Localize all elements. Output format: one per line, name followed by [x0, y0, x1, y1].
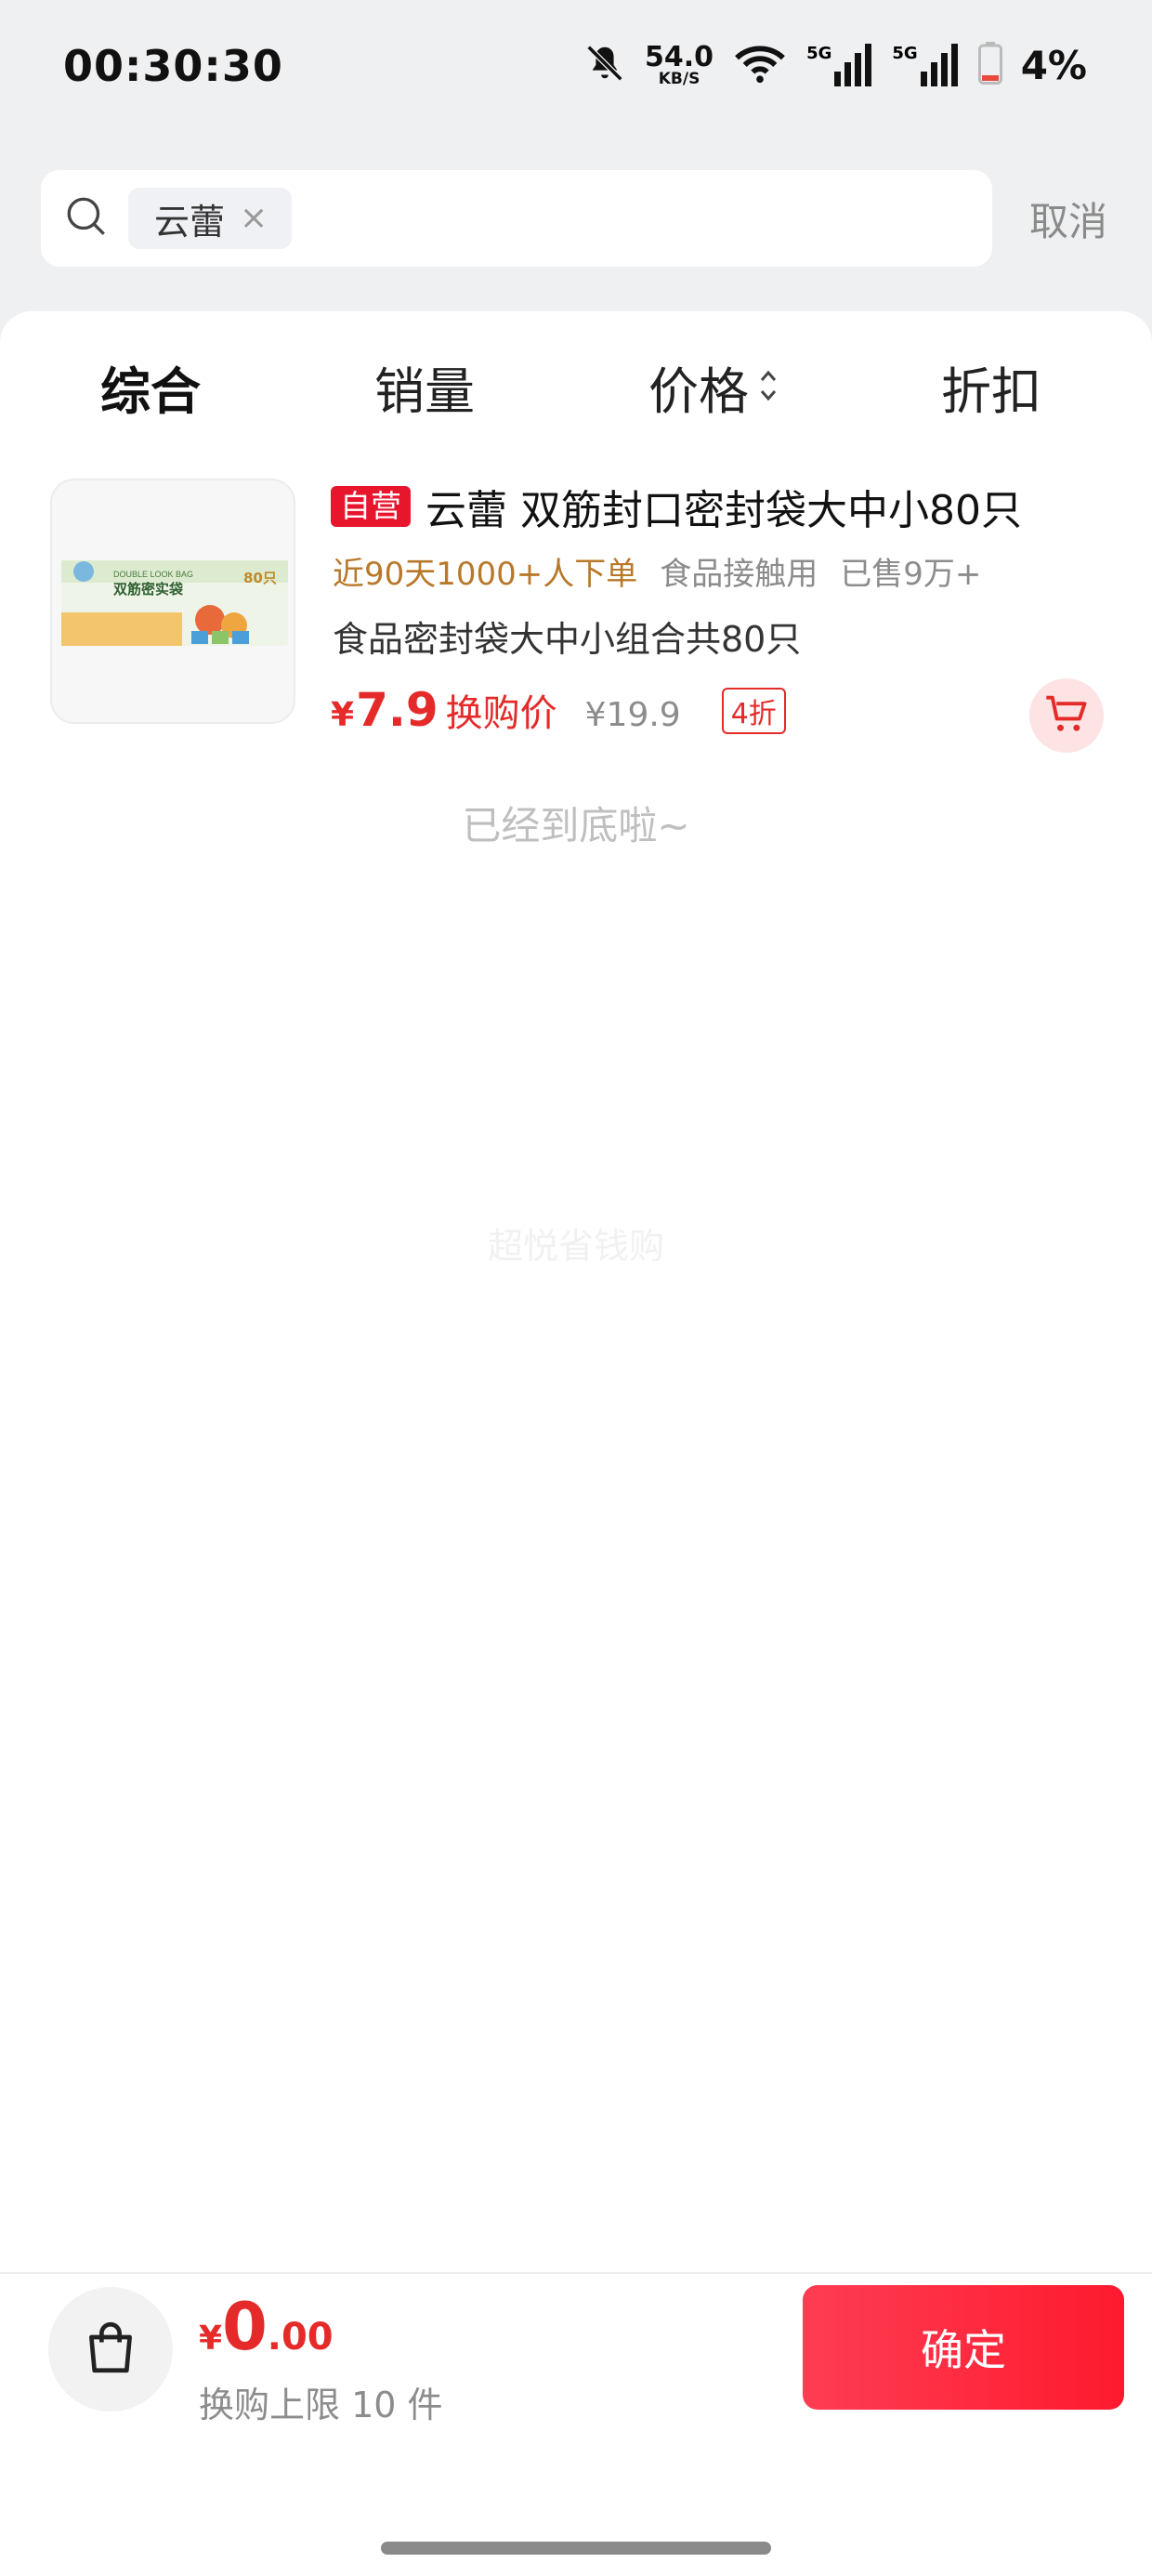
exchange-limit-text: 换购上限 10 件	[199, 2385, 443, 2425]
wifi-icon	[732, 42, 788, 88]
cart-icon	[1042, 690, 1091, 742]
status-icons: 54.0 KB/S 5G 5G 4%	[583, 37, 1087, 93]
sort-tabs: 综合 销量 价格 折扣	[0, 311, 1152, 460]
thumb-en-text: DOUBLE LOOK BAG	[113, 570, 193, 579]
orders-hint: 近90天1000+人下单	[333, 555, 638, 593]
product-description: 食品密封袋大中小组合共80只	[333, 619, 802, 660]
confirm-button[interactable]: 确定	[803, 2285, 1124, 2410]
original-price: ¥19.9	[584, 696, 681, 734]
price-row: ¥ 7.9 换购价 ¥19.9 4折	[331, 683, 786, 739]
status-time: 00:30:30	[63, 41, 283, 91]
food-contact-tag: 食品接触用	[660, 555, 818, 593]
battery-percent: 4%	[1020, 42, 1087, 88]
search-keyword: 云蕾	[154, 201, 226, 243]
watermark-text: 超悦省钱购	[487, 1226, 664, 1267]
price-currency: ¥	[331, 696, 355, 734]
tab-discount[interactable]: 折扣	[941, 350, 1041, 424]
add-to-cart-button[interactable]	[1029, 678, 1104, 753]
end-of-list-hint: 已经到底啦~	[462, 803, 690, 848]
battery-icon	[977, 42, 1002, 88]
tab-discount-label: 折扣	[941, 362, 1041, 421]
shopping-bag-button[interactable]	[48, 2287, 173, 2412]
search-icon	[63, 193, 110, 243]
close-icon[interactable]: ×	[240, 202, 268, 235]
tab-sales-label: 销量	[374, 362, 475, 421]
signal-5g-icon: 5G	[806, 44, 873, 86]
net-speed-unit: KB/S	[658, 69, 700, 88]
product-meta-row: 近90天1000+人下单 食品接触用 已售9万+	[333, 549, 982, 593]
product-image[interactable]: DOUBLE LOOK BAG 双筋密实袋 80只	[50, 479, 295, 724]
thumb-cn-text: 双筋密实袋	[113, 581, 184, 598]
sort-updown-icon	[758, 358, 779, 416]
total-integer: 0	[222, 2289, 268, 2365]
cancel-button[interactable]: 取消	[1029, 191, 1107, 247]
shopping-bag-icon	[80, 2317, 141, 2382]
thumb-count-text: 80只	[243, 570, 277, 586]
tab-price[interactable]: 价格	[648, 350, 779, 424]
sold-count: 已售9万+	[840, 555, 982, 593]
product-title-row: 自营 云蕾 双筋封口密封袋大中小80只	[331, 479, 1022, 534]
self-operated-badge: 自营	[331, 485, 411, 528]
total-price: ¥ 0 .00	[199, 2294, 334, 2359]
exchange-price-label: 换购价	[445, 692, 557, 735]
signal-1-label: 5G	[806, 44, 832, 63]
search-input[interactable]: 云蕾 ×	[41, 170, 992, 267]
product-title[interactable]: 云蕾 双筋封口密封袋大中小80只	[425, 477, 1022, 536]
home-indicator[interactable]	[381, 2542, 771, 2555]
discount-badge: 4折	[721, 688, 786, 734]
total-currency: ¥	[199, 2320, 223, 2358]
net-speed-value: 54.0	[645, 40, 714, 73]
mute-bell-icon	[583, 42, 626, 88]
main-panel: 综合 销量 价格 折扣 DOUBLE LOOK BAG 双筋密实袋 80只 自营…	[0, 311, 1152, 2576]
tab-sales[interactable]: 销量	[374, 350, 475, 424]
signal-5g-icon-2: 5G	[892, 44, 959, 86]
bottom-bar: ¥ 0 .00 换购上限 10 件 确定	[0, 2272, 1152, 2576]
total-decimal: .00	[267, 2316, 334, 2359]
price-value: 7.9	[356, 683, 439, 737]
tab-comprehensive[interactable]: 综合	[100, 350, 201, 424]
product-card[interactable]: DOUBLE LOOK BAG 双筋密实袋 80只 自营 云蕾 双筋封口密封袋大…	[0, 479, 1152, 753]
status-bar: 00:30:30 54.0 KB/S 5G 5G 4%	[0, 0, 1152, 139]
search-keyword-chip[interactable]: 云蕾 ×	[128, 188, 293, 249]
net-speed: 54.0 KB/S	[645, 40, 714, 88]
tab-price-label: 价格	[648, 362, 749, 421]
signal-2-label: 5G	[892, 44, 918, 63]
tab-comprehensive-label: 综合	[100, 362, 201, 421]
